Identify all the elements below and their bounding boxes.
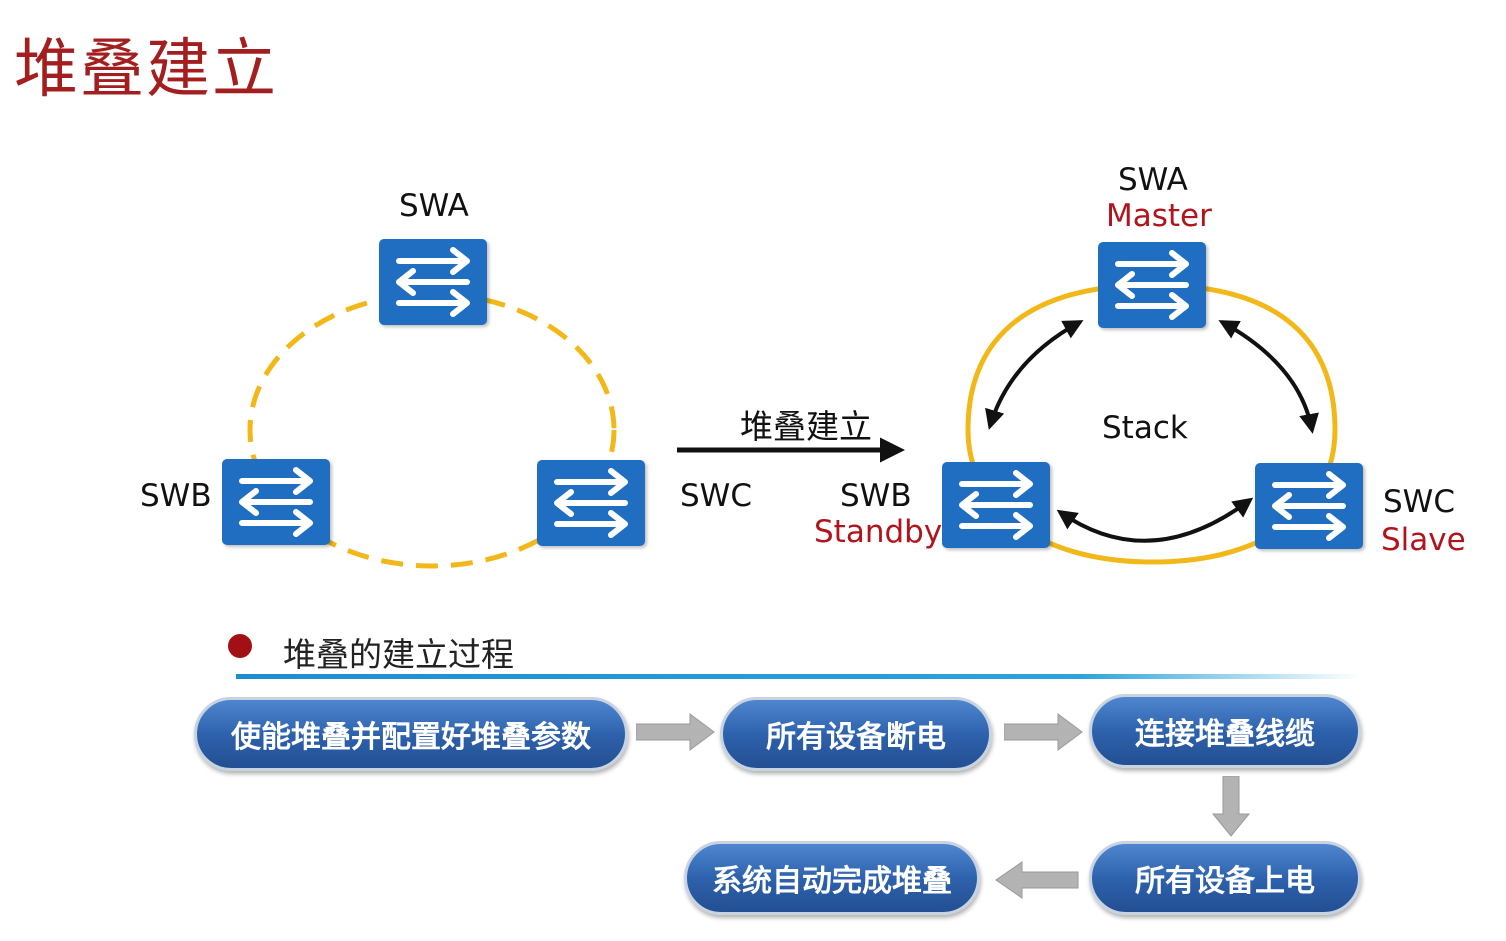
swb-label-after: SWB: [840, 478, 912, 514]
link-arrow-swa-swc: [1218, 320, 1319, 434]
bullet-dot: [228, 634, 252, 658]
flow-arrow-right-icon: [1004, 713, 1083, 751]
transition-label: 堆叠建立: [740, 407, 872, 446]
switch-icon: [379, 239, 487, 325]
divider: [236, 674, 1360, 679]
step-3: 连接堆叠线缆: [1089, 694, 1361, 768]
switch-icon: [537, 460, 645, 546]
swa-role: Master: [1106, 198, 1212, 234]
link-arrow-swa-swb: [985, 320, 1084, 430]
step-1: 使能堆叠并配置好堆叠参数: [194, 697, 628, 771]
flow-arrow-down-icon: [1211, 776, 1251, 837]
switch-icon: [1098, 242, 1206, 328]
step-4: 所有设备上电: [1089, 841, 1361, 915]
switch-icon: [1255, 463, 1363, 549]
swa-label-after: SWA: [1118, 162, 1188, 198]
step-5: 系统自动完成堆叠: [684, 841, 980, 915]
swc-label-after: SWC: [1383, 484, 1455, 520]
process-title: 堆叠的建立过程: [283, 635, 514, 674]
swa-label-before: SWA: [399, 188, 469, 224]
stack-label: Stack: [1102, 410, 1188, 446]
flow-arrow-left-icon: [995, 861, 1079, 899]
switch-icon: [222, 459, 330, 545]
swc-label-before: SWC: [680, 478, 752, 514]
swc-role: Slave: [1381, 522, 1466, 558]
switch-icon: [942, 462, 1050, 548]
flow-arrow-right-icon: [636, 713, 715, 751]
link-arrow-swb-swc: [1056, 497, 1254, 543]
swb-role: Standby: [814, 514, 943, 550]
swb-label-before: SWB: [140, 478, 212, 514]
step-2: 所有设备断电: [720, 697, 992, 771]
